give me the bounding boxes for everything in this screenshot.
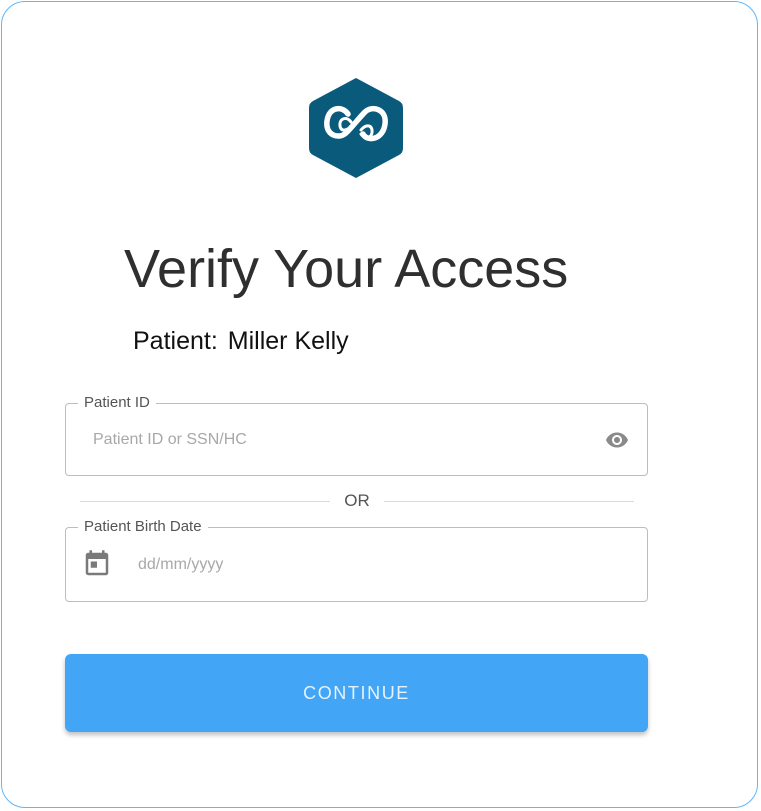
birth-date-field[interactable]: Patient Birth Date	[65, 517, 648, 602]
patient-id-input[interactable]	[91, 404, 587, 475]
continue-button[interactable]: CONTINUE	[65, 654, 648, 732]
eye-icon[interactable]	[601, 428, 633, 452]
calendar-icon[interactable]	[82, 548, 112, 580]
verify-access-card: Verify Your Access Patient: Miller Kelly …	[1, 1, 758, 808]
patient-name: Miller Kelly	[227, 327, 349, 355]
patient-line: Patient: Miller Kelly	[133, 325, 349, 357]
patient-id-field[interactable]: Patient ID	[65, 393, 648, 476]
page-title: Verify Your Access	[124, 239, 569, 299]
divider-line-right	[384, 501, 634, 502]
birth-date-input[interactable]	[136, 528, 627, 601]
or-divider: OR	[80, 491, 634, 511]
patient-label: Patient:	[133, 327, 218, 355]
infinity-hexagon-icon	[309, 78, 403, 178]
